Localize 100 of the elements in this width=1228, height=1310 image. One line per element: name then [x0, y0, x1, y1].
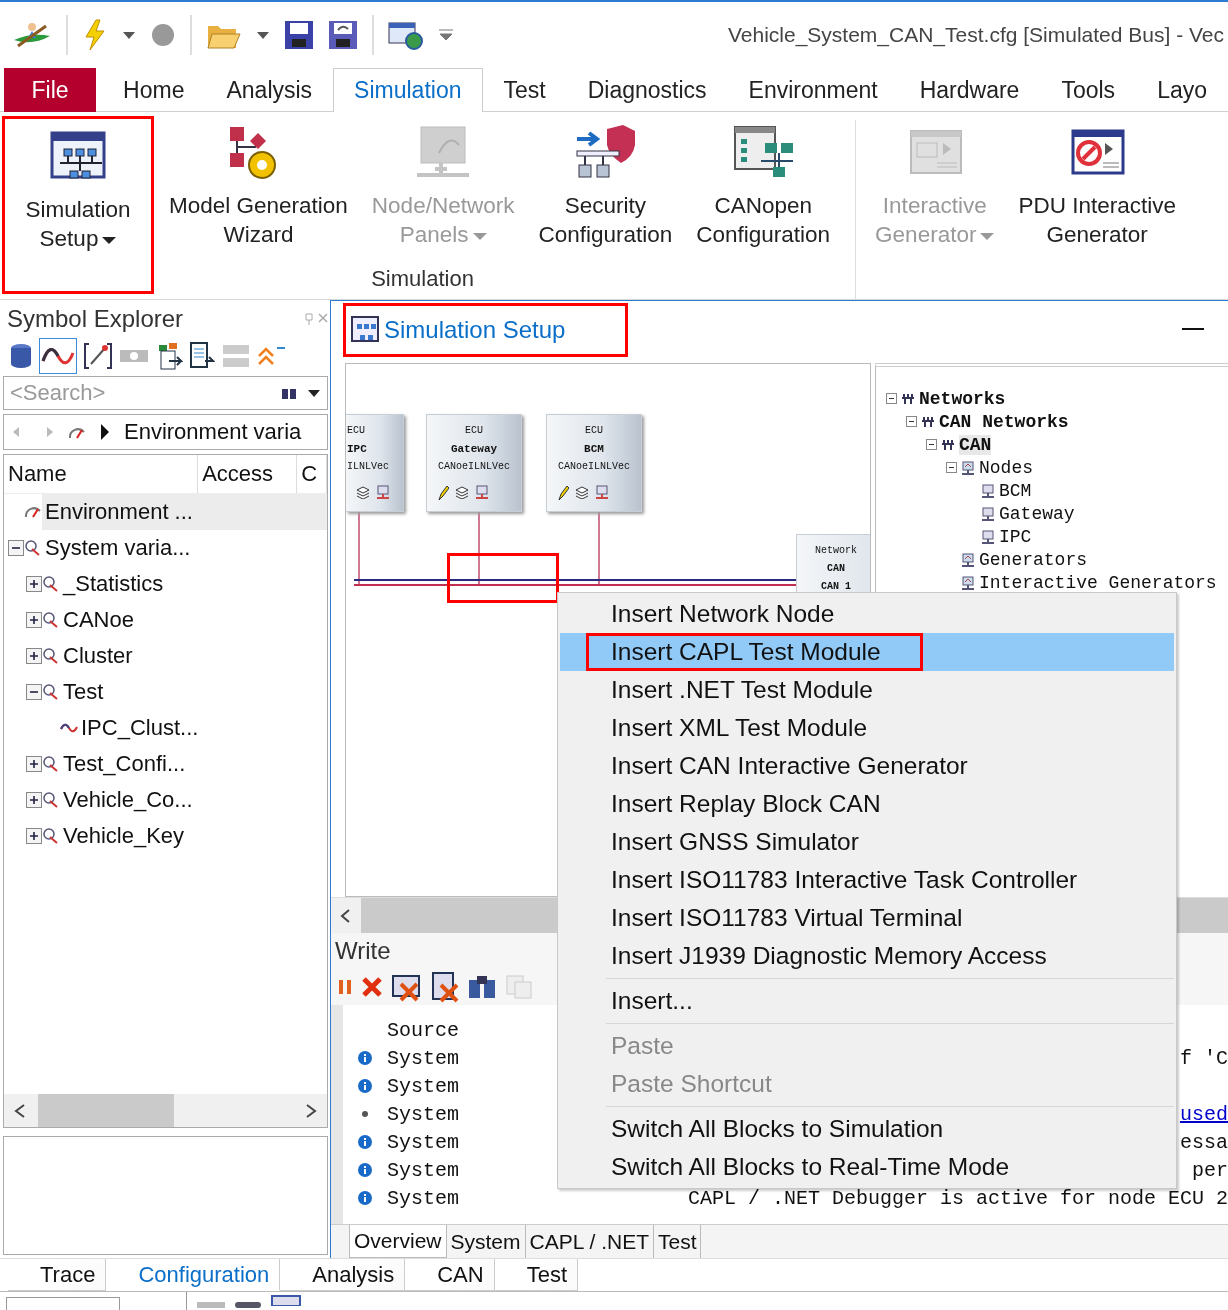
column-header[interactable]: Name	[4, 455, 199, 493]
clear-document-icon[interactable]	[429, 971, 459, 1003]
tree-item[interactable]: Vehicle_Co...	[60, 787, 196, 813]
menu-item[interactable]: Insert .NET Test Module	[560, 671, 1174, 709]
node-icon[interactable]	[475, 485, 489, 499]
collapse-icon[interactable]	[906, 416, 917, 427]
log-link[interactable]: used	[1180, 1102, 1228, 1126]
document-export-icon[interactable]	[189, 341, 215, 371]
expand-icon[interactable]	[26, 792, 42, 808]
pencil-icon[interactable]	[437, 485, 449, 501]
kayak-logo-icon[interactable]	[12, 20, 52, 50]
tree-item[interactable]: Networks	[919, 388, 1006, 409]
collapse-icon[interactable]	[886, 393, 897, 404]
pencil-icon[interactable]	[557, 485, 569, 501]
menu-item[interactable]: Switch All Blocks to Real-Time Mode	[560, 1148, 1174, 1186]
customize-caret-icon[interactable]	[438, 29, 454, 41]
stop-icon[interactable]	[150, 22, 176, 48]
database-icon[interactable]	[9, 343, 33, 369]
expand-icon[interactable]	[26, 612, 42, 628]
tree-item[interactable]: _Statistics	[60, 571, 167, 597]
ecu-block[interactable]: ECU IPC ILNLVec	[346, 414, 404, 512]
tree-item[interactable]: Vehicle_Key	[60, 823, 188, 849]
tree-item[interactable]: BCM	[999, 480, 1032, 501]
lightning-icon[interactable]	[82, 19, 108, 51]
ribbon-button[interactable]: PDU Interactive Generator	[1009, 112, 1185, 252]
menu-item[interactable]: Insert J1939 Diagnostic Memory Access	[560, 937, 1174, 975]
menu-item[interactable]: Insert CAPL Test Module	[560, 633, 1174, 671]
panel-tab[interactable]: Overview	[349, 1225, 447, 1258]
clear-icon[interactable]	[361, 976, 383, 998]
ecu-block[interactable]: ECU Gateway CANoeILNLVec	[426, 414, 522, 512]
tree-item[interactable]: IPC_Clust...	[78, 715, 202, 741]
ribbon-tab[interactable]: Home	[102, 68, 206, 112]
tree-item[interactable]: CAN	[959, 434, 992, 455]
menu-item[interactable]: Insert Network Node	[560, 595, 1174, 633]
pause-icon[interactable]	[337, 979, 353, 995]
tree-item[interactable]: System varia...	[42, 535, 194, 561]
expand-icon[interactable]	[26, 756, 42, 772]
dropdown-caret-icon[interactable]	[122, 30, 136, 40]
tree-item[interactable]: Cluster	[60, 643, 136, 669]
tree-item[interactable]: CAN Networks	[939, 411, 1069, 432]
stack-icon[interactable]	[356, 485, 370, 499]
ribbon-tab[interactable]: Tools	[1040, 68, 1137, 112]
stack-icon[interactable]	[455, 485, 469, 499]
ribbon-tab[interactable]: Environment	[727, 68, 899, 112]
column-header[interactable]: C	[297, 455, 327, 493]
signal-icon[interactable]	[39, 338, 77, 374]
collapse-icon[interactable]	[946, 462, 957, 473]
ribbon-tab[interactable]: Simulation	[333, 68, 483, 112]
ribbon-button[interactable]: Model Generation Wizard	[160, 112, 357, 252]
tree-item[interactable]: Gateway	[999, 503, 1075, 524]
menu-item[interactable]: Insert Replay Block CAN	[560, 785, 1174, 823]
ribbon-tab[interactable]: Diagnostics	[566, 68, 728, 112]
stack-icon[interactable]	[575, 485, 589, 499]
dropdown-caret-icon[interactable]	[307, 388, 321, 398]
dropdown-caret-icon[interactable]	[102, 236, 117, 244]
save-icon[interactable]	[284, 20, 314, 50]
menu-item[interactable]: Insert...	[560, 982, 1174, 1020]
menu-item[interactable]: Switch All Blocks to Simulation	[560, 1110, 1174, 1148]
tree-item[interactable]: Test	[60, 679, 107, 705]
tree-item[interactable]: Environment ...	[42, 494, 327, 530]
tree-item[interactable]: CANoe	[60, 607, 137, 633]
menu-item[interactable]: Insert ISO11783 Interactive Task Controller	[560, 861, 1174, 899]
column-header[interactable]: Access	[198, 455, 298, 493]
expand-icon[interactable]	[26, 648, 42, 664]
ribbon-button[interactable]: Simulation Setup	[2, 116, 154, 294]
menu-item[interactable]: Insert GNSS Simulator	[560, 823, 1174, 861]
scrollbar-thumb[interactable]	[38, 1094, 174, 1127]
expand-icon[interactable]	[26, 828, 42, 844]
collapse-icon[interactable]	[926, 439, 937, 450]
window-tab[interactable]: Trace	[8, 1259, 107, 1291]
file-tab[interactable]: File	[4, 68, 97, 112]
window-tab[interactable]: CAN	[405, 1259, 495, 1291]
ribbon-tab[interactable]: Analysis	[205, 68, 334, 112]
window-tab[interactable]: Analysis	[280, 1259, 406, 1291]
bracket-icon[interactable]	[83, 342, 113, 370]
node-icon[interactable]	[595, 485, 609, 499]
dropdown-caret-icon[interactable]	[256, 30, 270, 40]
minimize-icon[interactable]	[1182, 328, 1204, 332]
panel-tab[interactable]: CAPL / .NET	[525, 1225, 654, 1258]
binoculars-icon[interactable]	[281, 386, 297, 400]
ecu-block[interactable]: ECU BCM CANoeILNLVec	[546, 414, 642, 512]
panel-tab[interactable]: System	[446, 1225, 526, 1258]
ribbon-tab[interactable]: Test	[482, 68, 567, 112]
expand-icon[interactable]	[26, 576, 42, 592]
menu-item[interactable]: Insert XML Test Module	[560, 709, 1174, 747]
menu-item[interactable]: Insert CAN Interactive Generator	[560, 747, 1174, 785]
window-globe-icon[interactable]	[388, 20, 424, 50]
save-as-icon[interactable]	[328, 20, 358, 50]
ribbon-button[interactable]: Security Configuration	[529, 112, 682, 252]
menu-item[interactable]: Insert ISO11783 Virtual Terminal	[560, 899, 1174, 937]
clear-window-icon[interactable]	[391, 972, 421, 1002]
node-icon[interactable]	[376, 485, 390, 499]
ribbon-tab[interactable]: Hardware	[898, 68, 1041, 112]
ribbon-tab[interactable]: Layo	[1136, 68, 1228, 112]
panel-tab[interactable]: Test	[653, 1225, 702, 1258]
triangle-right-icon[interactable]	[100, 423, 110, 441]
ribbon-button[interactable]: CANopen Configuration	[687, 112, 840, 252]
tree-item[interactable]: Generators	[979, 549, 1088, 570]
binoculars-icon[interactable]	[467, 974, 497, 1000]
tree-item[interactable]: IPC	[999, 526, 1032, 547]
